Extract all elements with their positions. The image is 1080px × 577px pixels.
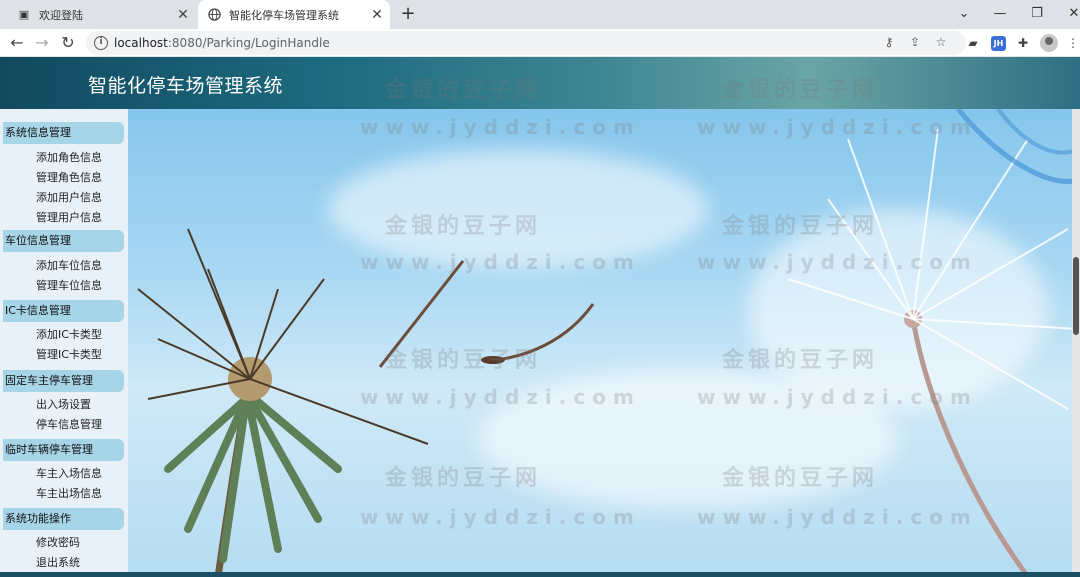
restore-icon[interactable]: ❐ xyxy=(1025,3,1049,25)
menu-item-owner-exit[interactable]: 车主出场信息 xyxy=(36,485,102,501)
tab-search-icon[interactable]: ⌄ xyxy=(952,3,976,25)
tab-close-icon[interactable]: ✕ xyxy=(175,7,191,23)
tab-title: 智能化停车场管理系统 xyxy=(229,8,339,22)
jh-extension-icon[interactable]: JH xyxy=(991,36,1006,51)
bookmark-star-icon[interactable]: ☆ xyxy=(932,35,950,51)
browser-menu-icon[interactable]: ⋮ xyxy=(1064,34,1080,52)
menu-group-ic-card[interactable]: IC卡信息管理 xyxy=(3,300,124,322)
key-icon[interactable]: ⚷ xyxy=(880,35,898,51)
menu-item-add-role[interactable]: 添加角色信息 xyxy=(36,149,102,165)
browser-toolbar: ← → ↻ i localhost:8080/Parking/LoginHand… xyxy=(0,29,1080,57)
page-header: 智能化停车场管理系统 xyxy=(0,57,1080,109)
browser-tab-bar: ▣ 欢迎登陆 ✕ 智能化停车场管理系统 ✕ + ⌄ — ❐ ✕ xyxy=(0,0,1080,29)
dandelion-illustration xyxy=(137,109,1080,577)
menu-item-change-password[interactable]: 修改密码 xyxy=(36,534,80,550)
tab-title: 欢迎登陆 xyxy=(39,8,83,22)
menu-item-logout[interactable]: 退出系统 xyxy=(36,554,80,570)
puzzle-extensions-icon[interactable]: ✚ xyxy=(1014,34,1032,52)
new-tab-button[interactable]: + xyxy=(398,4,418,24)
menu-group-system-info[interactable]: 系统信息管理 xyxy=(3,122,124,144)
menu-item-add-user[interactable]: 添加用户信息 xyxy=(36,189,102,205)
system-title: 智能化停车场管理系统 xyxy=(88,75,284,97)
tab-parking-system[interactable]: 智能化停车场管理系统 ✕ xyxy=(198,0,390,29)
forward-icon[interactable]: → xyxy=(31,32,53,54)
minimize-icon[interactable]: — xyxy=(988,3,1012,25)
reload-icon[interactable]: ↻ xyxy=(57,32,79,54)
site-info-icon[interactable]: i xyxy=(94,36,108,50)
tab-close-icon[interactable]: ✕ xyxy=(369,7,385,23)
menu-group-temp-vehicle[interactable]: 临时车辆停车管理 xyxy=(3,439,124,461)
address-bar[interactable]: i localhost:8080/Parking/LoginHandle ⚷ ⇪… xyxy=(86,31,966,55)
menu-item-manage-space[interactable]: 管理车位信息 xyxy=(36,277,102,293)
share-icon[interactable]: ⇪ xyxy=(906,35,924,51)
sidebar-menu: 系统信息管理 添加角色信息 管理角色信息 添加用户信息 管理用户信息 车位信息管… xyxy=(0,109,128,577)
menu-item-entry-exit-setting[interactable]: 出入场设置 xyxy=(36,396,91,412)
globe-icon xyxy=(207,8,221,22)
menu-item-parking-info[interactable]: 停车信息管理 xyxy=(36,416,102,432)
window-close-icon[interactable]: ✕ xyxy=(1062,3,1080,25)
page-favicon-icon: ▣ xyxy=(18,8,30,21)
menu-item-add-ic-type[interactable]: 添加IC卡类型 xyxy=(36,326,102,342)
extension-icon[interactable]: ▰ xyxy=(964,34,982,52)
menu-item-owner-entry[interactable]: 车主入场信息 xyxy=(36,465,102,481)
menu-item-manage-role[interactable]: 管理角色信息 xyxy=(36,169,102,185)
menu-item-manage-ic-type[interactable]: 管理IC卡类型 xyxy=(36,346,102,362)
menu-group-fixed-owner[interactable]: 固定车主停车管理 xyxy=(3,370,124,392)
menu-item-manage-user[interactable]: 管理用户信息 xyxy=(36,209,102,225)
scrollbar-thumb[interactable] xyxy=(1073,257,1079,335)
page-bottom-bar xyxy=(0,572,1080,577)
content-background-image xyxy=(128,109,1080,577)
menu-group-parking-space[interactable]: 车位信息管理 xyxy=(3,230,124,252)
address-url[interactable]: localhost:8080/Parking/LoginHandle xyxy=(114,36,330,50)
back-icon[interactable]: ← xyxy=(6,32,28,54)
menu-item-add-space[interactable]: 添加车位信息 xyxy=(36,257,102,273)
menu-group-system-functions[interactable]: 系统功能操作 xyxy=(3,508,124,530)
page-scrollbar[interactable] xyxy=(1072,109,1080,577)
tab-welcome-login[interactable]: ▣ 欢迎登陆 ✕ xyxy=(8,0,196,29)
profile-avatar[interactable] xyxy=(1040,34,1058,52)
